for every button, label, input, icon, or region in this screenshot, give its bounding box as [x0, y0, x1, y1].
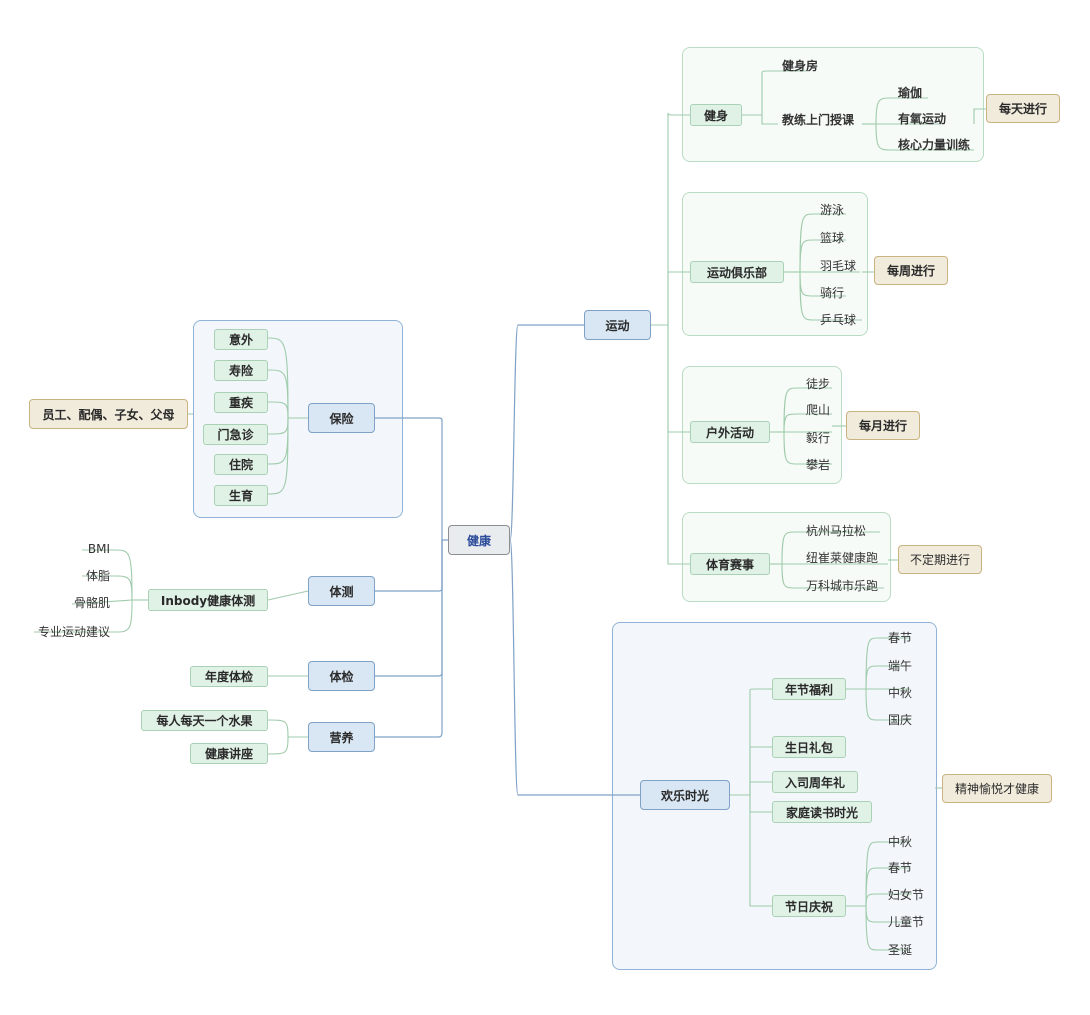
nutrition-item-fruit[interactable]: 每人每天一个水果 [141, 710, 268, 731]
insurance-item-outpatient[interactable]: 门急诊 [203, 424, 268, 445]
club-item-swim: 游泳 [820, 202, 845, 217]
outdoor-item-trek: 毅行 [806, 430, 831, 445]
festival-welfare-node[interactable]: 年节福利 [772, 678, 846, 700]
events-item-vanke-run: 万科城市乐跑 [806, 578, 879, 593]
club-frequency-tag[interactable]: 每周进行 [874, 256, 948, 285]
club-item-basketball: 篮球 [820, 230, 845, 245]
coach-item-yoga: 瑜伽 [898, 85, 923, 100]
body-test-leaf-muscle: 骨骼肌 [73, 595, 110, 610]
insurance-item-maternity[interactable]: 生育 [214, 485, 268, 506]
events-item-nutrilite-run: 纽崔莱健康跑 [806, 550, 879, 565]
mind-map: 健康 保险 意外 寿险 重疾 门急诊 住院 生育 员工、配偶、子女、父母 体测 … [0, 0, 1090, 1015]
celebration-item-christmas: 圣诞 [888, 942, 913, 957]
outdoor-node[interactable]: 户外活动 [690, 421, 770, 443]
center-topic[interactable]: 健康 [448, 525, 510, 555]
outdoor-frequency-tag[interactable]: 每月进行 [846, 411, 920, 440]
fitness-node[interactable]: 健身 [690, 104, 742, 126]
welfare-item-national-day: 国庆 [888, 712, 913, 727]
anniversary-gift-node[interactable]: 入司周年礼 [772, 771, 858, 793]
coach-item-aerobic: 有氧运动 [898, 111, 947, 126]
fitness-gym: 健身房 [782, 58, 819, 73]
celebration-item-womens-day: 妇女节 [888, 887, 925, 902]
insurance-item-hospital[interactable]: 住院 [214, 454, 268, 475]
outdoor-item-rock: 攀岩 [806, 457, 831, 472]
club-item-badminton: 羽毛球 [820, 258, 857, 273]
nutrition-item-lecture[interactable]: 健康讲座 [190, 743, 268, 764]
birthday-gift-node[interactable]: 生日礼包 [772, 736, 846, 758]
welfare-item-mid-autumn: 中秋 [888, 685, 913, 700]
welfare-item-spring: 春节 [888, 630, 913, 645]
body-test-leaf-bmi: BMI [87, 542, 110, 556]
insurance-item-life[interactable]: 寿险 [214, 360, 268, 381]
checkup-node[interactable]: 体检 [308, 661, 375, 691]
fitness-coach: 教练上门授课 [782, 112, 855, 127]
insurance-node[interactable]: 保险 [308, 403, 375, 433]
coach-item-core: 核心力量训练 [898, 137, 971, 152]
outdoor-item-climbing: 爬山 [806, 402, 831, 417]
celebration-item-spring: 春节 [888, 860, 913, 875]
family-reading-node[interactable]: 家庭读书时光 [772, 801, 872, 823]
celebration-item-childrens-day: 儿童节 [888, 914, 925, 929]
celebration-item-mid-autumn: 中秋 [888, 834, 913, 849]
club-item-pingpong: 乒乓球 [820, 312, 857, 327]
fun-times-node[interactable]: 欢乐时光 [640, 780, 730, 810]
nutrition-node[interactable]: 营养 [308, 722, 375, 752]
events-frequency-tag[interactable]: 不定期进行 [898, 545, 982, 574]
welfare-item-dragon-boat: 端午 [888, 658, 913, 673]
body-test-node[interactable]: 体测 [308, 576, 375, 606]
sports-events-node[interactable]: 体育赛事 [690, 553, 770, 575]
celebration-node[interactable]: 节日庆祝 [772, 895, 846, 917]
sports-node[interactable]: 运动 [584, 310, 651, 340]
body-test-leaf-fat: 体脂 [85, 568, 110, 583]
insurance-item-critical[interactable]: 重疾 [214, 392, 268, 413]
fun-motto-tag[interactable]: 精神愉悦才健康 [942, 774, 1052, 803]
insurance-item-accident[interactable]: 意外 [214, 329, 268, 350]
outdoor-item-hiking: 徒步 [806, 376, 831, 391]
club-item-cycling: 骑行 [820, 285, 845, 300]
annual-checkup-node[interactable]: 年度体检 [190, 666, 268, 687]
fitness-frequency-tag[interactable]: 每天进行 [986, 94, 1060, 123]
insurance-coverage-tag[interactable]: 员工、配偶、子女、父母 [29, 399, 188, 429]
events-item-marathon: 杭州马拉松 [806, 523, 867, 538]
sports-club-node[interactable]: 运动俱乐部 [690, 261, 784, 283]
inbody-test-node[interactable]: Inbody健康体测 [148, 589, 268, 611]
body-test-leaf-advice: 专业运动建议 [37, 624, 110, 639]
